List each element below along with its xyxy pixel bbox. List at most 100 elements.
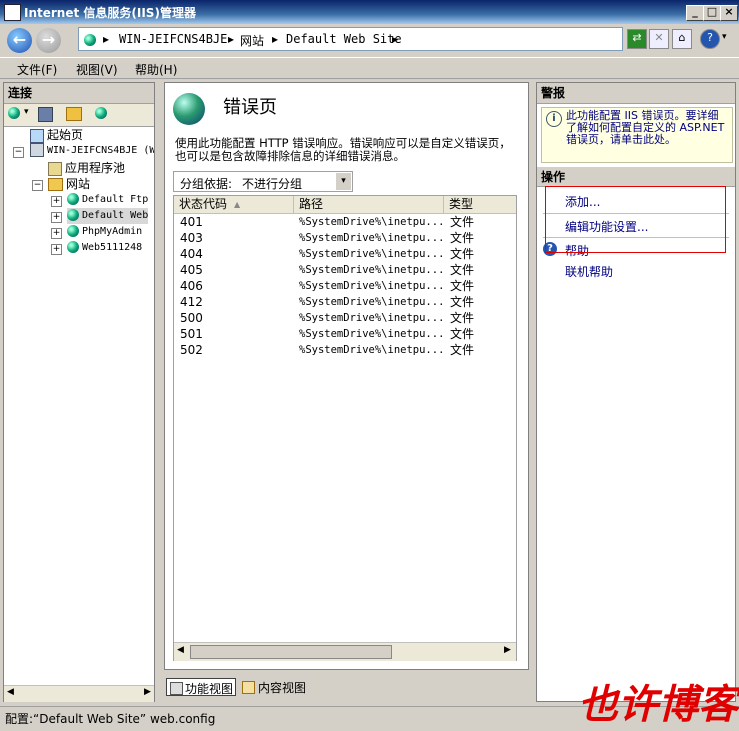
column-path[interactable]: 路径 bbox=[294, 196, 444, 213]
globe-icon bbox=[84, 34, 96, 46]
cell-path: %SystemDrive%\inetpu... bbox=[299, 232, 444, 244]
cell-type: 文件 bbox=[450, 215, 475, 229]
globe-icon bbox=[67, 241, 79, 253]
address-toolbar: ← → ▸ WIN-JEIFCNS4BJE ▸ 网站 ▸ Default Web… bbox=[0, 24, 739, 56]
expand-icon[interactable]: + bbox=[51, 212, 62, 223]
alert-text-link[interactable]: 此功能配置 IIS 错误页。要详细了解如何配置自定义的 ASP.NET 错误页，… bbox=[566, 110, 728, 146]
title-bar: Internet 信息服务(IIS)管理器 _ □ × bbox=[0, 0, 739, 24]
group-by-dropdown[interactable]: 分组依据: 不进行分组 ▾ bbox=[173, 171, 353, 192]
connections-header: 连接 bbox=[4, 83, 154, 104]
cell-status-code: 401 bbox=[180, 215, 203, 229]
right-pane: 警报 i 此功能配置 IIS 错误页。要详细了解如何配置自定义的 ASP.NET… bbox=[536, 82, 736, 702]
address-breadcrumb[interactable]: ▸ WIN-JEIFCNS4BJE ▸ 网站 ▸ Default Web Sit… bbox=[78, 27, 623, 51]
actions-header: 操作 bbox=[537, 167, 735, 187]
menu-help[interactable]: 帮助(H) bbox=[135, 61, 177, 78]
help-dropdown-icon[interactable]: ? bbox=[700, 29, 720, 49]
globe-icon bbox=[67, 225, 79, 237]
tree-item-phpmyadmin[interactable]: PhpMyAdmin bbox=[67, 224, 142, 240]
tree-item-server[interactable]: WIN-JEIFCNS4BJE (W bbox=[30, 143, 154, 159]
breadcrumb-sites[interactable]: 网站 bbox=[240, 32, 264, 49]
cell-path: %SystemDrive%\inetpu... bbox=[299, 296, 444, 308]
stop-icon[interactable]: ✕ bbox=[649, 29, 669, 49]
page-title: 错误页 bbox=[223, 97, 277, 118]
tree-hscrollbar[interactable]: ◀ ▶ bbox=[4, 685, 154, 702]
chevron-down-icon[interactable]: ▾ bbox=[24, 107, 29, 117]
group-by-value: 不进行分组 bbox=[242, 177, 303, 191]
content-view-icon bbox=[242, 681, 255, 694]
maximize-button[interactable]: □ bbox=[703, 5, 721, 21]
main-panel: 错误页 使用此功能配置 HTTP 错误响应。错误响应可以是自定义错误页，也可以是… bbox=[164, 82, 529, 670]
menu-file[interactable]: 文件(F) bbox=[17, 61, 57, 78]
cell-status-code: 405 bbox=[180, 263, 203, 277]
menu-bar: 文件(F) 视图(V) 帮助(H) bbox=[0, 57, 739, 79]
features-view-icon bbox=[170, 682, 183, 695]
back-arrow-icon[interactable]: ← bbox=[7, 28, 32, 53]
tab-content-view[interactable]: 内容视图 bbox=[240, 678, 310, 696]
alert-box: i 此功能配置 IIS 错误页。要详细了解如何配置自定义的 ASP.NET 错误… bbox=[541, 107, 733, 163]
cell-type: 文件 bbox=[450, 295, 475, 309]
breadcrumb-site[interactable]: Default Web Site bbox=[286, 32, 402, 46]
menu-view[interactable]: 视图(V) bbox=[76, 61, 118, 78]
cell-path: %SystemDrive%\inetpu... bbox=[299, 264, 444, 276]
scroll-left-icon[interactable]: ◀ bbox=[177, 645, 184, 655]
globe-icon bbox=[67, 209, 79, 221]
forward-arrow-icon[interactable]: → bbox=[36, 28, 61, 53]
cell-status-code: 502 bbox=[180, 343, 203, 357]
column-type[interactable]: 类型 bbox=[444, 196, 516, 213]
cell-type: 文件 bbox=[450, 343, 475, 357]
cell-type: 文件 bbox=[450, 231, 475, 245]
connections-toolbar: ▾ bbox=[4, 104, 154, 127]
iis-app-icon bbox=[4, 4, 21, 21]
expand-icon[interactable]: + bbox=[51, 228, 62, 239]
folder-up-icon[interactable] bbox=[66, 107, 82, 121]
expand-icon[interactable]: + bbox=[51, 196, 62, 207]
highlight-box bbox=[545, 186, 726, 253]
online-help-link[interactable]: 联机帮助 bbox=[565, 263, 613, 280]
start-page-icon bbox=[30, 128, 44, 143]
cell-type: 文件 bbox=[450, 263, 475, 277]
cell-type: 文件 bbox=[450, 279, 475, 293]
tree-item-app-pools[interactable]: 应用程序池 bbox=[48, 160, 125, 176]
expand-icon[interactable]: + bbox=[51, 244, 62, 255]
close-button[interactable]: × bbox=[720, 5, 738, 21]
watermark-logo: 也许博客 bbox=[578, 681, 738, 728]
list-header: 状态代码 ▲ 路径 类型 bbox=[174, 196, 516, 214]
cell-status-code: 404 bbox=[180, 247, 203, 261]
tree-item-default-web[interactable]: Default Web bbox=[67, 208, 149, 224]
chevron-down-icon[interactable]: ▾ bbox=[722, 32, 727, 42]
sort-ascending-icon: ▲ bbox=[234, 200, 241, 209]
minimize-button[interactable]: _ bbox=[686, 5, 704, 21]
error-pages-list: 状态代码 ▲ 路径 类型 401 %SystemDrive%\inetpu... 文件… bbox=[173, 195, 517, 661]
collapse-icon[interactable]: − bbox=[32, 180, 43, 191]
connections-tree: 起始页 − WIN-JEIFCNS4BJE (W 应用程序池 − 网站 + De… bbox=[4, 127, 154, 687]
cell-path: %SystemDrive%\inetpu... bbox=[299, 312, 444, 324]
cell-status-code: 406 bbox=[180, 279, 203, 293]
disconnect-icon[interactable] bbox=[95, 107, 107, 119]
tree-item-web5111248[interactable]: Web5111248 bbox=[67, 240, 142, 256]
cell-status-code: 403 bbox=[180, 231, 203, 245]
tree-item-default-ftp[interactable]: Default Ftp bbox=[67, 192, 148, 208]
collapse-icon[interactable]: − bbox=[13, 147, 24, 158]
error-pages-globe-icon bbox=[173, 93, 205, 125]
column-status-code[interactable]: 状态代码 ▲ bbox=[174, 196, 294, 213]
list-hscrollbar[interactable]: ◀ ▶ bbox=[174, 642, 516, 661]
tree-item-start-page[interactable]: 起始页 bbox=[30, 127, 83, 143]
scroll-thumb[interactable] bbox=[190, 645, 392, 659]
globe-icon bbox=[67, 193, 79, 205]
breadcrumb-server[interactable]: WIN-JEIFCNS4BJE bbox=[119, 32, 227, 46]
connect-globe-icon[interactable] bbox=[8, 107, 20, 119]
tab-features-view[interactable]: 功能视图 bbox=[166, 678, 236, 696]
chevron-down-icon[interactable]: ▾ bbox=[336, 173, 351, 190]
scroll-right-icon[interactable]: ▶ bbox=[504, 645, 511, 655]
tree-item-sites[interactable]: 网站 bbox=[48, 176, 90, 192]
refresh-icon[interactable]: ⇄ bbox=[627, 29, 647, 49]
cell-path: %SystemDrive%\inetpu... bbox=[299, 344, 444, 356]
alerts-header: 警报 bbox=[537, 83, 735, 104]
home-icon[interactable]: ⌂ bbox=[672, 29, 692, 49]
cell-path: %SystemDrive%\inetpu... bbox=[299, 280, 444, 292]
save-icon[interactable] bbox=[38, 107, 53, 122]
cell-type: 文件 bbox=[450, 311, 475, 325]
cell-type: 文件 bbox=[450, 247, 475, 261]
list-body: 401 %SystemDrive%\inetpu... 文件 403 %SystemDr… bbox=[174, 214, 516, 644]
cell-type: 文件 bbox=[450, 327, 475, 341]
